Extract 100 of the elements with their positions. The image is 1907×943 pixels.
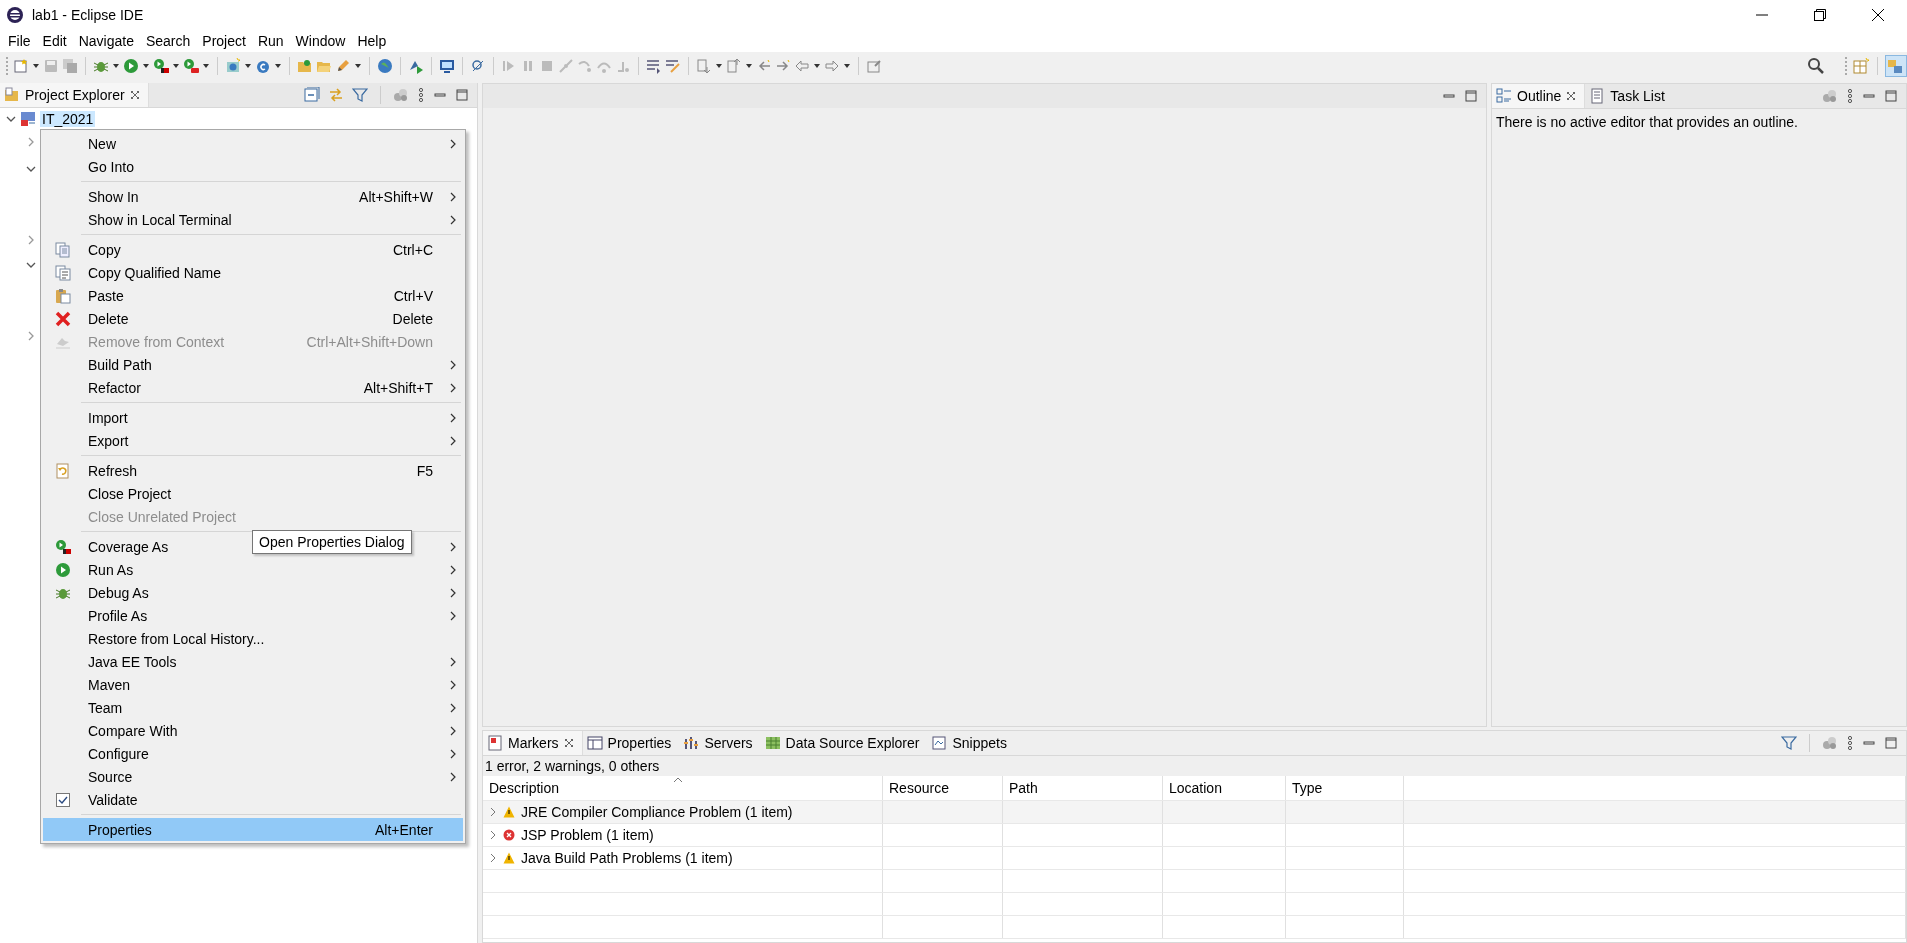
- menu-item[interactable]: Java EE Tools: [88, 653, 177, 670]
- menu-item[interactable]: Show in Local Terminal: [88, 211, 232, 228]
- pin-editor-icon[interactable]: [866, 58, 882, 74]
- column-header[interactable]: Type: [1292, 780, 1323, 796]
- column-header[interactable]: Location: [1169, 780, 1222, 796]
- menu-item[interactable]: Copy Qualified Name: [88, 264, 222, 281]
- outline-message: There is no active editor that provides an outline.: [1495, 113, 1799, 132]
- maximize-icon[interactable]: [1884, 736, 1898, 750]
- database-icon: [764, 735, 781, 751]
- marker-group[interactable]: Java Build Path Problems (1 item): [521, 850, 733, 866]
- filter-icon[interactable]: [1781, 735, 1797, 751]
- focus-icon[interactable]: [1822, 88, 1838, 104]
- view-tab[interactable]: Outline: [1492, 84, 1586, 108]
- warning-icon: [503, 806, 515, 818]
- open-folder-icon[interactable]: [297, 58, 313, 74]
- view-tab[interactable]: Markers: [483, 731, 583, 755]
- menu-item[interactable]: Run: [251, 30, 290, 51]
- snippets-icon: [931, 735, 948, 751]
- menu-item[interactable]: Help: [351, 30, 393, 51]
- focus-icon[interactable]: [393, 87, 409, 103]
- menu-item[interactable]: Project: [196, 30, 252, 51]
- open-perspective-icon[interactable]: [1852, 57, 1870, 75]
- menu-item[interactable]: Run As: [88, 561, 134, 578]
- run-icon[interactable]: [123, 58, 139, 74]
- lines-icon[interactable]: [646, 58, 662, 74]
- menu-item[interactable]: New: [88, 135, 116, 152]
- menu-item[interactable]: Paste: [88, 287, 124, 304]
- menu-item[interactable]: Refactor: [88, 379, 141, 396]
- shortcut-label: F5: [416, 462, 433, 479]
- maximize-icon[interactable]: [455, 88, 469, 102]
- focus-icon[interactable]: [1822, 735, 1838, 751]
- properties-icon: [586, 735, 603, 751]
- menu-item[interactable]: Restore from Local History...: [88, 630, 265, 647]
- marker-group[interactable]: JRE Compiler Compliance Problem (1 item): [521, 804, 793, 820]
- new-class-icon[interactable]: [255, 58, 271, 74]
- run-icon: [55, 561, 71, 578]
- shortcut-label: Delete: [392, 310, 433, 327]
- menu-item[interactable]: Coverage As: [88, 538, 169, 555]
- task-list-icon: [1589, 88, 1606, 104]
- restore-icon[interactable]: [1814, 8, 1826, 21]
- menu-item[interactable]: Delete: [88, 310, 129, 327]
- paste-icon: [55, 287, 71, 304]
- menu-item[interactable]: Maven: [88, 676, 131, 693]
- globe-icon[interactable]: [377, 58, 393, 74]
- shortcut-label: Ctrl+Alt+Shift+Down: [306, 333, 433, 350]
- delete-icon: [55, 310, 71, 327]
- view-menu-icon[interactable]: [417, 87, 425, 103]
- coverage-icon[interactable]: [153, 58, 169, 74]
- menu-item[interactable]: Validate: [88, 791, 138, 808]
- new-server-icon[interactable]: [225, 58, 241, 74]
- view-menu-icon[interactable]: [1846, 735, 1854, 751]
- menu-item[interactable]: Configure: [88, 745, 149, 762]
- maximize-icon[interactable]: [1464, 89, 1478, 103]
- tree-item[interactable]: IT_2021: [40, 111, 96, 127]
- menu-item[interactable]: Show In: [88, 188, 139, 205]
- column-header[interactable]: Description: [489, 780, 560, 796]
- menu-item[interactable]: Window: [289, 30, 352, 51]
- menu-item[interactable]: Properties Alt+Enter: [43, 818, 463, 841]
- window-title: lab1 - Eclipse IDE: [32, 6, 144, 23]
- menu-item[interactable]: Close Project: [88, 485, 172, 502]
- menu-item[interactable]: Copy: [88, 241, 121, 258]
- warning-icon: [503, 852, 515, 864]
- menu-item[interactable]: Refresh: [88, 462, 138, 479]
- collapse-all-icon[interactable]: [304, 87, 320, 103]
- servers-icon: [683, 735, 700, 751]
- column-header[interactable]: Path: [1009, 780, 1038, 796]
- menu-item[interactable]: Compare With: [88, 722, 178, 739]
- menu-item[interactable]: Debug As: [88, 584, 149, 601]
- menu-item[interactable]: File: [2, 30, 37, 51]
- error-icon: [503, 829, 515, 841]
- markers-icon: [487, 735, 503, 751]
- menu-item[interactable]: Import: [88, 409, 128, 426]
- shortcut-label: Alt+Shift+T: [363, 379, 433, 396]
- view-menu-icon[interactable]: [1846, 88, 1854, 104]
- close-icon[interactable]: [1872, 8, 1884, 21]
- menu-item[interactable]: Team: [88, 699, 123, 716]
- menu-item[interactable]: Edit: [36, 30, 73, 51]
- menu-item[interactable]: Navigate: [72, 30, 140, 51]
- view-tab[interactable]: Task List: [1585, 84, 1673, 108]
- perspective-icon[interactable]: [1887, 57, 1905, 75]
- view-tab[interactable]: Properties: [582, 731, 680, 755]
- monitor-icon[interactable]: [439, 58, 455, 74]
- view-tab[interactable]: Snippets: [927, 731, 1015, 755]
- menu-item[interactable]: Build Path: [88, 356, 152, 373]
- view-tab[interactable]: Data Source Explorer: [760, 731, 928, 755]
- menu-item[interactable]: Profile As: [88, 607, 148, 624]
- marker-icon[interactable]: [665, 58, 681, 74]
- copy-name-icon: [55, 264, 71, 281]
- menu-item[interactable]: Search: [139, 30, 197, 51]
- search-icon[interactable]: [1807, 57, 1825, 75]
- column-header[interactable]: Resource: [889, 780, 949, 796]
- menu-item[interactable]: Source: [88, 768, 133, 785]
- view-tab[interactable]: Project Explorer: [0, 83, 149, 107]
- filter-icon[interactable]: [352, 87, 368, 103]
- view-tab[interactable]: Servers: [679, 731, 761, 755]
- profile-icon[interactable]: [183, 58, 199, 74]
- marker-group[interactable]: JSP Problem (1 item): [521, 827, 654, 843]
- maximize-icon[interactable]: [1884, 89, 1898, 103]
- menu-item[interactable]: Export: [88, 432, 129, 449]
- menu-item[interactable]: Go Into: [88, 158, 134, 175]
